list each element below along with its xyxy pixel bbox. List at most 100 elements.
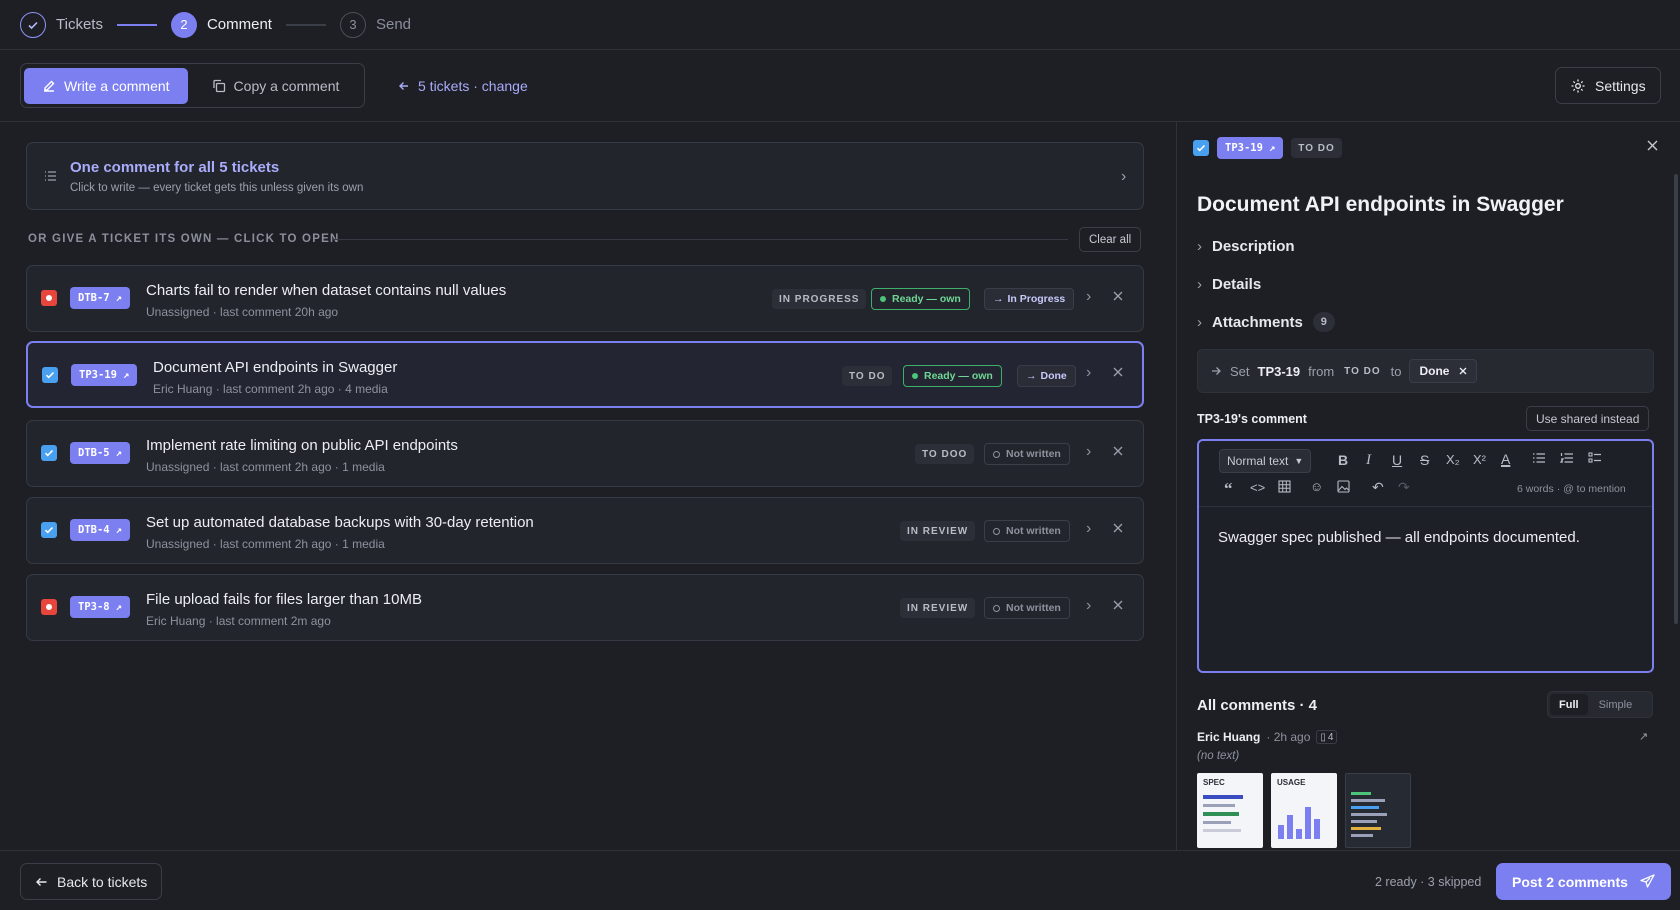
chevron-right-icon[interactable]: › [1086,597,1091,615]
comment-time: · 2h ago [1266,730,1311,744]
change-tickets-link[interactable]: 5 tickets · change [398,78,528,94]
attachments-section-toggle[interactable]: › Attachments 9 [1197,312,1335,332]
close-icon[interactable] [1113,523,1123,533]
external-link-icon[interactable]: ↗ [1639,730,1648,743]
detail-checkbox[interactable] [1193,140,1209,156]
step-label: Comment [206,16,272,33]
view-simple-button[interactable]: Simple [1590,694,1642,715]
ticket-checkbox[interactable] [41,599,57,615]
italic-icon[interactable]: I [1366,453,1371,468]
text-color-icon[interactable]: A [1501,452,1510,466]
ticket-checkbox[interactable] [42,367,58,383]
file-icon: ▯ [1320,731,1326,743]
status-badge: IN PROGRESS [772,289,867,309]
undo-icon[interactable]: ↶ [1372,480,1384,494]
close-icon[interactable] [1113,291,1123,301]
post-label: Post 2 comments [1512,873,1628,890]
copy-icon [212,79,226,93]
detail-title: Document API endpoints in Swagger [1197,193,1564,216]
use-shared-button[interactable]: Use shared instead [1526,406,1650,431]
detail-key-tag[interactable]: TP3-19 ↗ [1217,137,1284,159]
numbered-list-icon[interactable] [1560,452,1574,464]
ticket-row[interactable]: DTB-4 ↗ Set up automated database backups… [26,497,1144,564]
media-thumbnail[interactable]: USAGE [1271,773,1337,848]
back-to-tickets-button[interactable]: Back to tickets [20,863,163,900]
ticket-key-tag[interactable]: TP3-8 ↗ [70,596,130,618]
editor-text[interactable]: Swagger spec published — all endpoints d… [1218,529,1580,546]
close-icon[interactable] [1113,446,1123,456]
circle-icon [993,450,1000,458]
external-link-icon: ↗ [115,601,122,613]
emoji-icon[interactable]: ☺ [1310,480,1323,493]
redo-icon[interactable]: ↷ [1398,480,1410,494]
chevron-right-icon: › [1121,168,1127,185]
transition-target-select[interactable]: Done [1409,359,1478,383]
description-section-toggle[interactable]: › Description [1197,238,1295,255]
code-icon[interactable]: <> [1250,481,1265,494]
not-written-label: Not written [1006,602,1061,614]
block-type-select[interactable]: Normal text ▼ [1219,449,1312,473]
not-written-label: Not written [1006,448,1061,460]
ticket-row[interactable]: DTB-5 ↗ Implement rate limiting on public… [26,420,1144,487]
step-send[interactable]: 3 Send [339,11,411,38]
footer-bar: Back to tickets 2 ready · 3 skipped Post… [0,850,1680,910]
comment-editor[interactable]: Normal text ▼ B I U S X₂ X² A “ <> ☺ ↶ ↷ … [1197,439,1654,673]
ticket-row[interactable]: TP3-8 ↗ File upload fails for files large… [26,574,1144,641]
chevron-right-icon[interactable]: › [1086,443,1091,461]
ticket-key-tag[interactable]: DTB-5 ↗ [70,442,130,464]
media-thumbnail[interactable] [1345,773,1411,848]
ticket-checkbox[interactable] [41,522,57,538]
quote-icon[interactable]: “ [1224,480,1233,497]
shared-comment-subtitle: Click to write — every ticket gets this … [70,182,364,194]
ticket-key-tag[interactable]: TP3-19 ↗ [71,364,138,386]
underline-icon[interactable]: U [1392,453,1402,467]
clear-all-button[interactable]: Clear all [1079,227,1142,252]
copy-comment-label: Copy a comment [233,77,340,94]
superscript-icon[interactable]: X² [1473,453,1486,466]
step-comment[interactable]: 2 Comment [170,11,272,38]
close-panel-icon[interactable] [1647,140,1658,151]
close-icon[interactable] [1113,600,1123,610]
ticket-detail-panel: TP3-19 ↗ TO DO Document API endpoints in … [1176,122,1680,850]
thumbnail-caption: USAGE [1277,778,1306,787]
copy-comment-button[interactable]: Copy a comment [194,68,358,104]
write-comment-button[interactable]: Write a comment [24,67,188,104]
shared-comment-title: One comment for all 5 tickets [70,159,280,176]
close-icon[interactable] [1113,367,1123,377]
media-thumbnail[interactable]: SPEC [1197,773,1263,848]
ticket-checkbox[interactable] [41,445,57,461]
not-written-badge: Not written [984,520,1070,542]
panel-scrollbar[interactable] [1674,174,1678,624]
ready-label: Ready — own [892,293,961,305]
step-connector [116,23,157,26]
table-icon[interactable] [1278,480,1291,493]
chevron-right-icon[interactable]: › [1086,288,1091,306]
caret-down-icon: ▼ [1294,456,1304,466]
bullet-list-icon[interactable] [1532,452,1546,464]
details-section-toggle[interactable]: › Details [1197,276,1261,293]
ticket-row[interactable]: TP3-19 ↗ Document API endpoints in Swagge… [26,341,1144,408]
checklist-icon[interactable] [1588,452,1602,464]
chevron-right-icon[interactable]: › [1086,364,1091,382]
editor-toolbar: Normal text ▼ B I U S X₂ X² A “ <> ☺ ↶ ↷ … [1199,441,1652,507]
step-tickets[interactable]: Tickets [20,11,103,38]
list-icon [44,170,57,182]
transition-target-badge: → Done [1017,365,1076,387]
image-icon[interactable] [1337,480,1350,493]
ticket-key-tag[interactable]: DTB-7 ↗ [70,287,130,309]
bold-icon[interactable]: B [1338,453,1348,467]
post-comments-button[interactable]: Post 2 comments [1496,863,1671,900]
close-icon[interactable] [1459,367,1467,375]
subscript-icon[interactable]: X₂ [1446,453,1460,466]
chevron-right-icon[interactable]: › [1086,520,1091,538]
ticket-checkbox[interactable] [41,290,57,306]
strikethrough-icon[interactable]: S [1420,453,1429,467]
ticket-row[interactable]: DTB-7 ↗ Charts fail to render when datase… [26,265,1144,332]
ticket-key-tag[interactable]: DTB-4 ↗ [70,519,130,541]
view-full-button[interactable]: Full [1550,694,1588,715]
status-badge: TO DO [842,366,893,386]
ready-badge: Ready — own [903,365,1002,387]
settings-button[interactable]: Settings [1555,67,1661,104]
step-label: Tickets [56,16,103,33]
shared-comment-card[interactable]: One comment for all 5 tickets Click to w… [26,142,1144,210]
